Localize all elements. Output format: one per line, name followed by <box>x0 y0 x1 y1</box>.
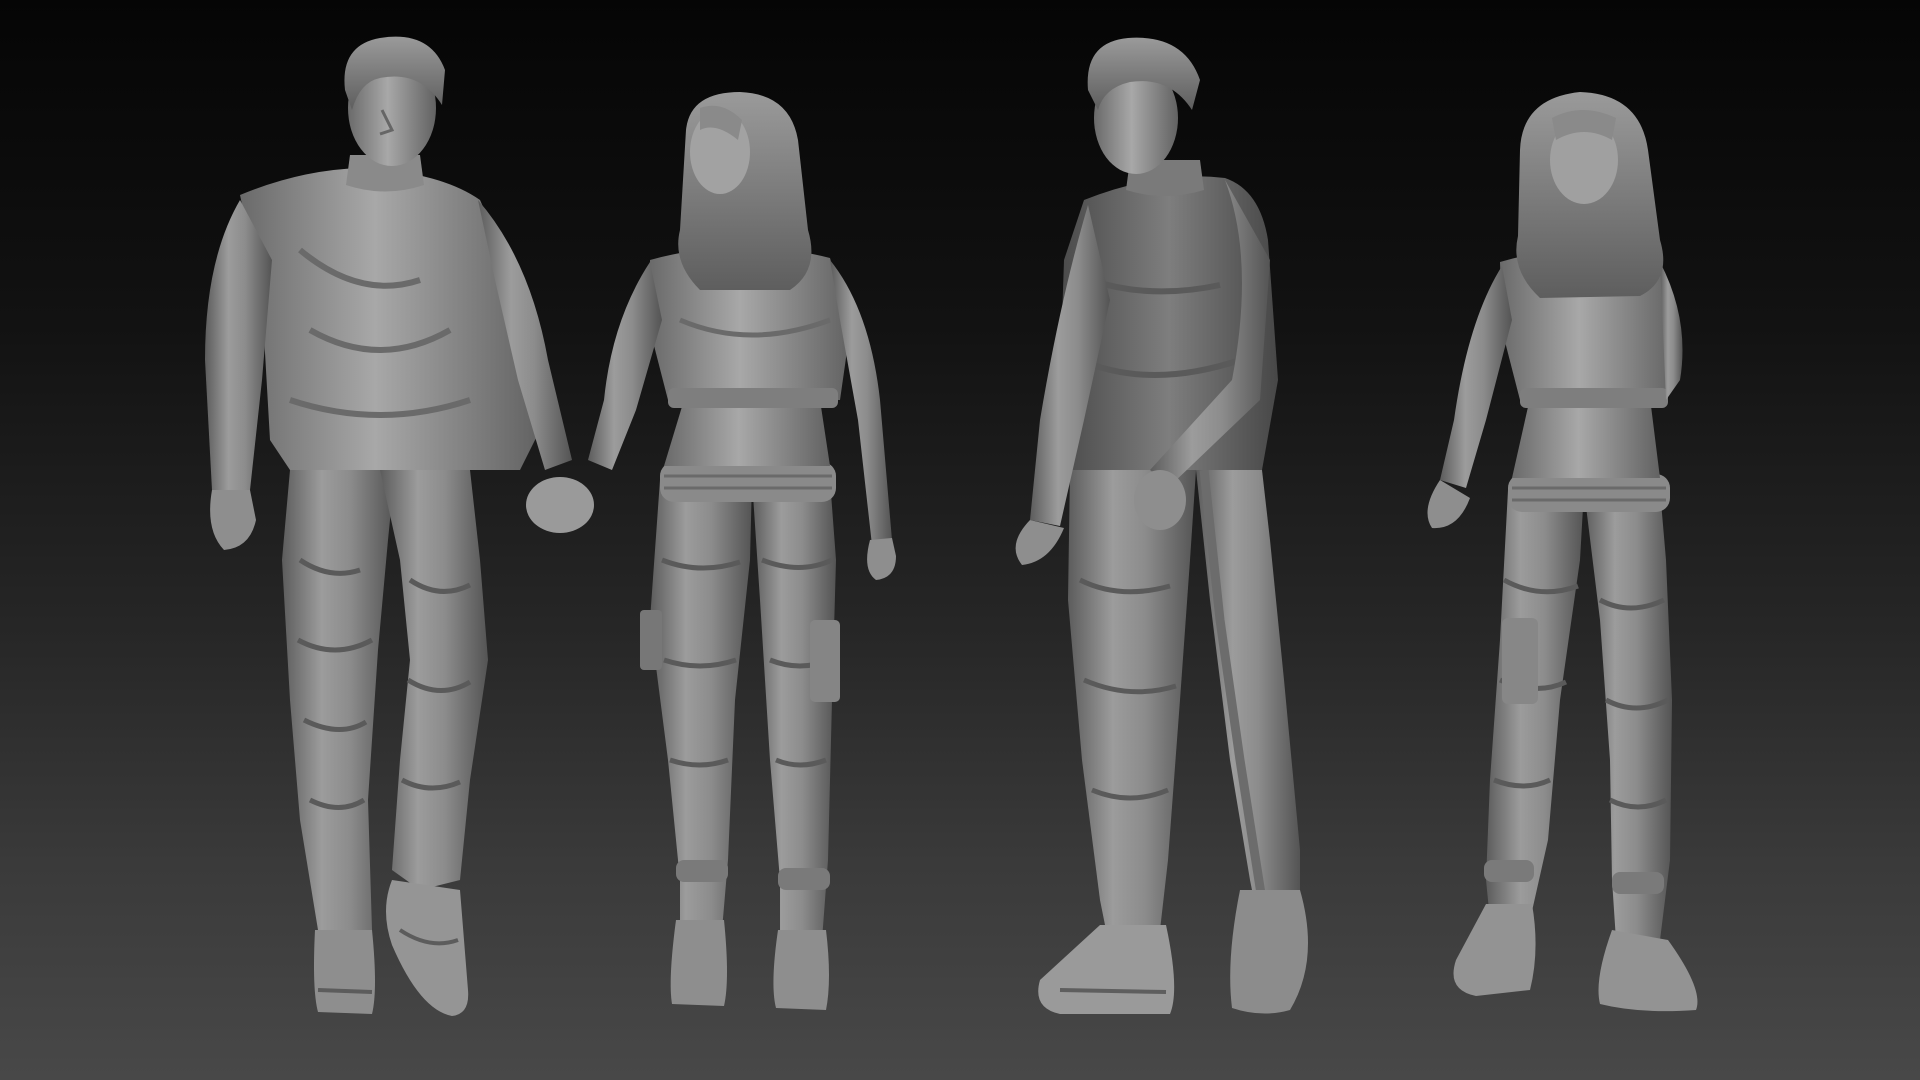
figure-woman-angle <box>1427 92 1698 1012</box>
figure-man-angle <box>1015 37 1308 1014</box>
sculpt-render <box>205 36 1698 1016</box>
figure-man-front <box>205 36 594 1016</box>
figure-woman-front <box>588 92 896 1010</box>
sculpt-viewport[interactable] <box>0 0 1920 1080</box>
